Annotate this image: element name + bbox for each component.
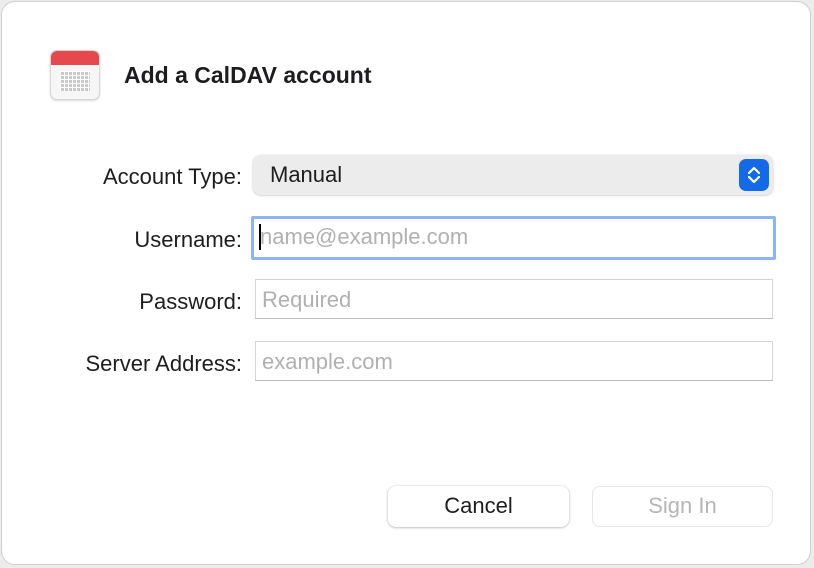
password-placeholder: Required [262, 287, 352, 312]
server-address-row: Server Address: example.com [2, 341, 812, 385]
server-address-field[interactable]: example.com [255, 341, 773, 381]
password-label: Password: [139, 289, 242, 314]
chevron-updown-icon [739, 159, 769, 191]
account-type-value: Manual [270, 162, 343, 187]
username-row: Username: name@example.com [2, 216, 812, 261]
sign-in-button[interactable]: Sign In [592, 486, 773, 527]
cancel-button[interactable]: Cancel [388, 486, 569, 527]
server-address-label: Server Address: [85, 351, 242, 376]
account-type-label: Account Type: [102, 164, 242, 189]
calendar-icon [50, 50, 100, 100]
username-placeholder: name@example.com [260, 224, 469, 249]
dialog-title: Add a CalDAV account [124, 62, 372, 88]
server-address-placeholder: example.com [262, 349, 393, 374]
password-row: Password: Required [2, 279, 812, 323]
account-type-popup[interactable]: Manual [253, 155, 773, 195]
caldav-dialog: Add a CalDAV account Account Type: Manua… [1, 1, 811, 565]
username-label: Username: [134, 227, 242, 252]
password-field[interactable]: Required [255, 279, 773, 319]
account-type-row: Account Type: Manual [2, 155, 812, 199]
username-field[interactable]: name@example.com [251, 216, 776, 260]
